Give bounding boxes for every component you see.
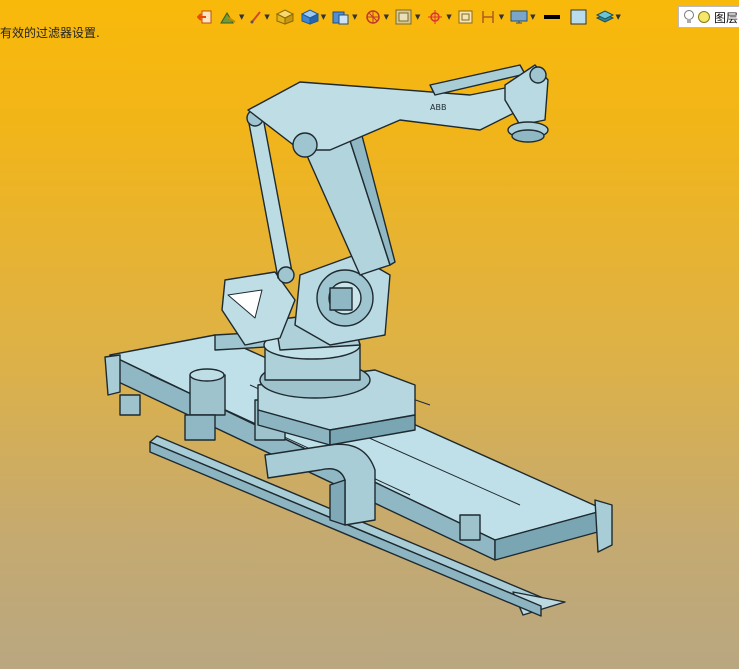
upper-arm: ABB [247,64,526,158]
palletizing-robot-model[interactable]: ABB [0,0,739,669]
3d-viewport[interactable]: 有效的过滤器设置. ▼ ▼ ▼ ▼ ▼ ▼ ▼ ▼ ▼ ▼ 图层 ABB [0,0,739,669]
svg-text:ABB: ABB [430,103,446,112]
